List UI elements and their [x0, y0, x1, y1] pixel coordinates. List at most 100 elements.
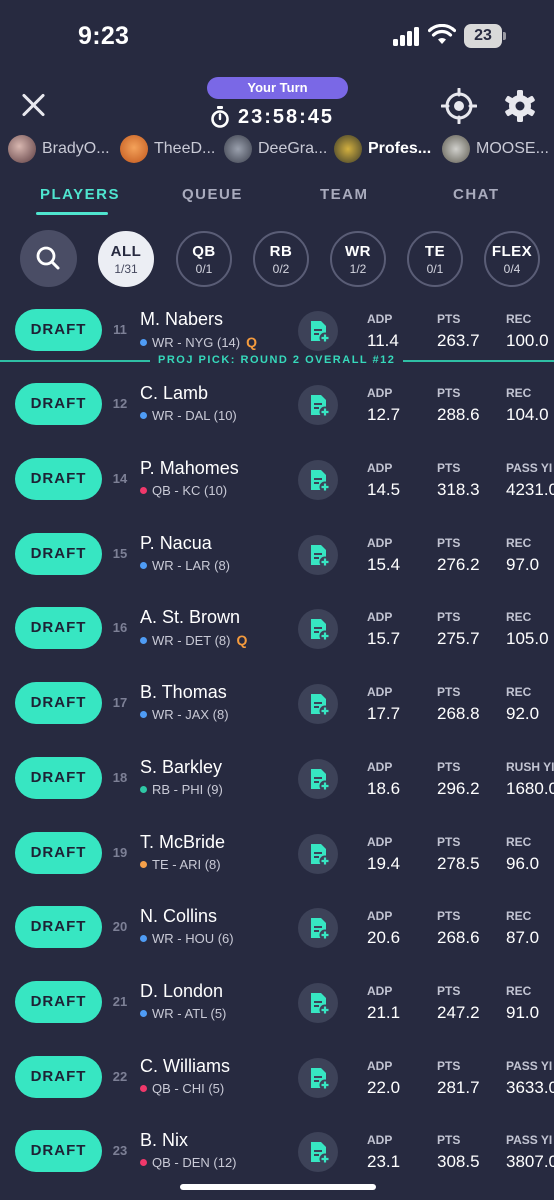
add-to-queue-button[interactable] [298, 460, 338, 500]
player-stat: REC 92.0 [506, 685, 539, 724]
player-stat: REC 105.0 [506, 610, 549, 649]
add-to-queue-button[interactable] [298, 535, 338, 575]
draft-button[interactable]: DRAFT [15, 906, 102, 948]
add-to-queue-button[interactable] [298, 311, 338, 351]
position-dot-icon [140, 1085, 147, 1092]
draft-button[interactable]: DRAFT [15, 607, 102, 649]
filter-qb[interactable]: QB 0/1 [176, 231, 232, 287]
player-name[interactable]: P. Mahomes [140, 458, 239, 479]
player-stat: PASS YI 3807.0 [506, 1133, 554, 1172]
add-to-queue-button[interactable] [298, 1132, 338, 1172]
team-chip[interactable]: TheeD... [120, 133, 215, 165]
player-rank: 20 [112, 919, 128, 934]
filter-flex[interactable]: FLEX 0/4 [484, 231, 540, 287]
player-row[interactable]: DRAFT 21 D. London WR - ATL (5) ADP 21.1 PTS 24… [0, 972, 554, 1034]
draft-button[interactable]: DRAFT [15, 383, 102, 425]
player-row[interactable]: DRAFT 14 P. Mahomes QB - KC (10) ADP 14.5 PTS 3… [0, 449, 554, 511]
player-row[interactable]: DRAFT 15 P. Nacua WR - LAR (8) ADP 15.4 PTS 276… [0, 524, 554, 586]
stat-label: PTS [437, 685, 461, 699]
stat-value: 21.1 [367, 1003, 401, 1022]
search-button[interactable] [20, 230, 77, 287]
player-meta: WR - HOU (6) [140, 931, 234, 946]
draft-button[interactable]: DRAFT [15, 682, 102, 724]
draft-button[interactable]: DRAFT [15, 309, 102, 351]
add-to-queue-button[interactable] [298, 759, 338, 799]
stat-value: 11.4 [367, 331, 399, 350]
player-row[interactable]: DRAFT 20 N. Collins WR - HOU (6) ADP 20.6 PTS 2… [0, 897, 554, 959]
draft-button[interactable]: DRAFT [15, 757, 102, 799]
player-row[interactable]: DRAFT 12 C. Lamb WR - DAL (10) ADP 12.7 PTS 288… [0, 374, 554, 436]
add-to-queue-button[interactable] [298, 834, 338, 874]
player-meta: WR - DET (8) Q [140, 632, 247, 648]
draft-button[interactable]: DRAFT [15, 981, 102, 1023]
stat-value: 247.2 [437, 1003, 480, 1022]
team-chip[interactable]: DeeGra... [224, 133, 327, 165]
player-name[interactable]: C. Williams [140, 1056, 230, 1077]
player-row[interactable]: DRAFT 23 B. Nix QB - DEN (12) ADP 23.1 PTS 308.… [0, 1121, 554, 1183]
player-row[interactable]: DRAFT 19 T. McBride TE - ARI (8) ADP 19.4 PTS 2… [0, 823, 554, 885]
tab-chat[interactable]: CHAT [453, 186, 500, 203]
player-position-team: WR - ATL (5) [152, 1006, 227, 1021]
add-to-queue-button[interactable] [298, 609, 338, 649]
crosshair-target-icon[interactable] [441, 88, 477, 124]
player-name[interactable]: C. Lamb [140, 383, 208, 404]
draft-order-strip[interactable]: BradyO... TheeD... DeeGra... Profes... M… [0, 133, 554, 165]
player-name[interactable]: B. Nix [140, 1130, 188, 1151]
add-to-queue-icon [311, 321, 331, 344]
draft-button[interactable]: DRAFT [15, 1130, 102, 1172]
add-to-queue-button[interactable] [298, 684, 338, 724]
stat-label: REC [506, 909, 532, 923]
player-row[interactable]: DRAFT 16 A. St. Brown WR - DET (8) Q ADP 15.7 P… [0, 598, 554, 660]
filter-te[interactable]: TE 0/1 [407, 231, 463, 287]
player-stat: RUSH YI 1680.0 [506, 760, 554, 799]
player-row[interactable]: DRAFT 11 M. Nabers WR - NYG (14) Q ADP 11.4 PTS… [0, 300, 554, 362]
filter-rb[interactable]: RB 0/2 [253, 231, 309, 287]
add-to-queue-icon [311, 844, 331, 867]
player-row[interactable]: DRAFT 18 S. Barkley RB - PHI (9) ADP 18.6 PTS 2… [0, 748, 554, 810]
cellular-signal-icon [393, 26, 423, 46]
player-name[interactable]: T. McBride [140, 832, 225, 853]
player-row[interactable]: DRAFT 17 B. Thomas WR - JAX (8) ADP 17.7 PTS 26… [0, 673, 554, 735]
player-stat: REC 97.0 [506, 536, 539, 575]
player-name[interactable]: P. Nacua [140, 533, 212, 554]
player-stat: PTS 308.5 [437, 1133, 480, 1172]
draft-button[interactable]: DRAFT [15, 458, 102, 500]
player-meta: WR - JAX (8) [140, 707, 229, 722]
player-stat: PTS 263.7 [437, 312, 480, 351]
tab-team[interactable]: TEAM [320, 186, 369, 203]
tab-players[interactable]: PLAYERS [40, 186, 120, 203]
player-name[interactable]: B. Thomas [140, 682, 227, 703]
team-chip-current[interactable]: Profes... [334, 133, 431, 165]
draft-button[interactable]: DRAFT [15, 1056, 102, 1098]
team-chip[interactable]: BradyO... [8, 133, 110, 165]
add-to-queue-button[interactable] [298, 908, 338, 948]
draft-button[interactable]: DRAFT [15, 832, 102, 874]
filter-all[interactable]: ALL 1/31 [98, 231, 154, 287]
add-to-queue-button[interactable] [298, 385, 338, 425]
player-row[interactable]: DRAFT 22 C. Williams QB - CHI (5) ADP 22.0 PTS… [0, 1047, 554, 1109]
player-position-team: QB - DEN (12) [152, 1155, 237, 1170]
team-avatar [442, 135, 470, 163]
team-chip[interactable]: MOOSE... [442, 133, 549, 165]
add-to-queue-button[interactable] [298, 1058, 338, 1098]
draft-button[interactable]: DRAFT [15, 533, 102, 575]
close-icon[interactable] [20, 92, 46, 118]
player-name[interactable]: D. London [140, 981, 223, 1002]
stat-label: PTS [437, 386, 461, 400]
player-name[interactable]: M. Nabers [140, 309, 223, 330]
player-name[interactable]: A. St. Brown [140, 607, 240, 628]
gear-icon[interactable] [502, 88, 538, 124]
stat-label: PTS [437, 1133, 461, 1147]
filter-wr[interactable]: WR 1/2 [330, 231, 386, 287]
position-dot-icon [140, 562, 147, 569]
status-time: 9:23 [78, 22, 130, 50]
home-indicator[interactable] [180, 1184, 376, 1190]
player-name[interactable]: N. Collins [140, 906, 217, 927]
player-stat: PTS 278.5 [437, 835, 480, 874]
add-to-queue-button[interactable] [298, 983, 338, 1023]
tab-queue[interactable]: QUEUE [182, 186, 243, 203]
player-name[interactable]: S. Barkley [140, 757, 222, 778]
stat-label: REC [506, 536, 532, 550]
player-stat: PTS 247.2 [437, 984, 480, 1023]
position-filters: ALL 1/31 QB 0/1 RB 0/2 WR 1/2 TE 0/1 FLE… [0, 230, 554, 290]
